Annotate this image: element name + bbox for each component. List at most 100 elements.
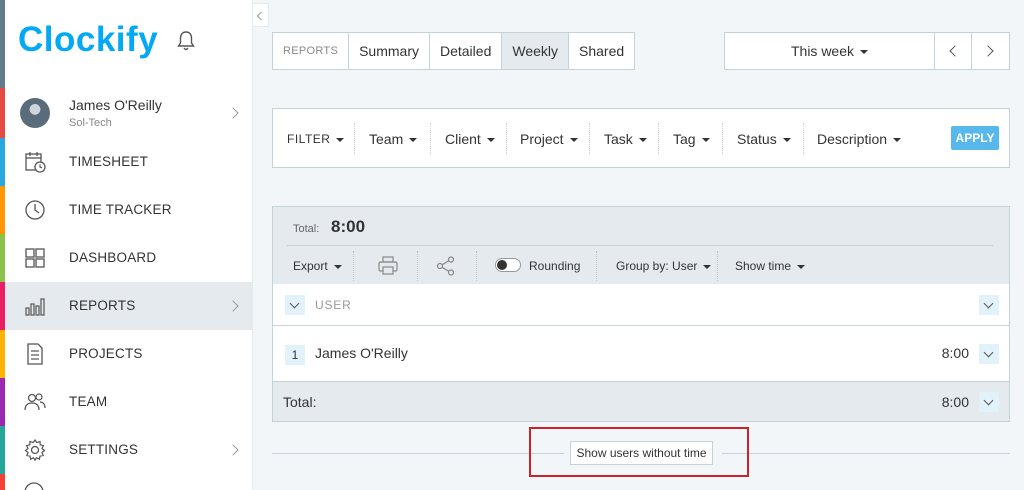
share-icon[interactable] xyxy=(435,255,457,277)
logo-text: Clockify xyxy=(18,20,159,59)
date-range-dropdown[interactable]: This week xyxy=(725,33,935,69)
previous-week-button[interactable] xyxy=(935,33,972,69)
document-icon xyxy=(27,343,43,365)
footer-expand-button[interactable] xyxy=(979,392,999,412)
caret-down-icon xyxy=(409,138,418,143)
help-icon[interactable] xyxy=(22,480,46,490)
filter-task[interactable]: Task xyxy=(590,121,661,157)
group-by-label: Group by: User xyxy=(616,259,698,273)
filter-project[interactable]: Project xyxy=(506,121,592,157)
sidebar-item-label: DASHBOARD xyxy=(69,250,157,265)
collapse-sidebar-button[interactable] xyxy=(253,3,269,27)
sidebar-item-label: TIME TRACKER xyxy=(69,202,172,217)
sidebar-item-projects[interactable]: PROJECTS xyxy=(5,330,253,378)
sidebar-stripe xyxy=(0,474,5,490)
report-tabs: REPORTS Summary Detailed Weekly Shared xyxy=(272,32,636,70)
chevron-right-icon xyxy=(227,300,239,312)
caret-down-icon xyxy=(486,138,495,143)
tab-weekly[interactable]: Weekly xyxy=(502,33,570,69)
chevron-right-icon xyxy=(227,444,239,456)
users-icon xyxy=(24,393,46,411)
row-user-name: James O'Reilly xyxy=(315,345,408,361)
chevron-right-icon xyxy=(982,45,994,57)
sidebar-item-timesheet[interactable]: TIMESHEET xyxy=(5,138,253,186)
caret-down-icon xyxy=(333,264,342,269)
tabs-label: REPORTS xyxy=(273,33,350,69)
report-panel: Total: 8:00 Export Rounding Group by: Us… xyxy=(272,206,1010,422)
filter-label: Team xyxy=(369,131,404,147)
show-time-dropdown[interactable]: Show time xyxy=(735,251,806,281)
divider xyxy=(722,453,1010,454)
filter-bar: FILTER Team Client Project Task Tag Stat… xyxy=(272,108,1010,168)
sidebar-item-time-tracker[interactable]: TIME TRACKER xyxy=(5,186,253,234)
row-expand-button[interactable] xyxy=(979,344,999,364)
toggle-knob xyxy=(497,260,507,270)
total-label: Total: xyxy=(293,223,320,235)
caret-down-icon xyxy=(638,138,647,143)
footer-total-time: 8:00 xyxy=(941,394,969,410)
tab-detailed[interactable]: Detailed xyxy=(430,33,503,69)
next-week-button[interactable] xyxy=(972,33,1009,69)
tab-summary[interactable]: Summary xyxy=(349,33,430,69)
filter-tag[interactable]: Tag xyxy=(659,121,724,157)
divider xyxy=(717,251,718,281)
filter-label: Tag xyxy=(673,131,696,147)
tab-shared[interactable]: Shared xyxy=(569,33,634,69)
user-name: James O'Reilly xyxy=(69,97,162,113)
caret-down-icon xyxy=(703,264,712,269)
chevron-down-icon xyxy=(289,298,300,309)
group-by-dropdown[interactable]: Group by: User xyxy=(616,251,712,281)
filter-status[interactable]: Status xyxy=(723,121,805,157)
filter-description[interactable]: Description xyxy=(803,121,915,157)
filter-label: Task xyxy=(604,131,633,147)
table-header: USER xyxy=(273,284,1009,326)
divider xyxy=(596,251,597,281)
report-summary: Total: 8:00 Export Rounding Group by: Us… xyxy=(273,207,1009,284)
sidebar-item-label: SETTINGS xyxy=(69,442,139,457)
sidebar-item-label: PROJECTS xyxy=(69,346,143,361)
grid-icon xyxy=(25,248,45,268)
filter-team[interactable]: Team xyxy=(355,121,431,157)
sidebar-item-settings[interactable]: SETTINGS xyxy=(5,426,253,474)
divider xyxy=(353,251,354,281)
chevron-left-icon xyxy=(949,45,961,57)
user-profile[interactable]: James O'Reilly Sol-Tech xyxy=(5,88,253,138)
date-range-picker: This week xyxy=(724,32,1010,70)
caret-down-icon xyxy=(893,138,902,143)
sidebar-item-team[interactable]: TEAM xyxy=(5,378,253,426)
bell-icon[interactable] xyxy=(176,30,196,52)
row-time: 8:00 xyxy=(941,345,969,361)
sidebar-item-label: REPORTS xyxy=(69,298,136,313)
filter-label: Client xyxy=(445,131,481,147)
caret-down-icon xyxy=(701,138,710,143)
sidebar-item-label: TEAM xyxy=(69,394,108,409)
rounding-label: Rounding xyxy=(529,259,581,273)
export-label: Export xyxy=(293,259,328,273)
show-users-without-time-button[interactable]: Show users without time xyxy=(570,441,713,465)
sidebar-item-dashboard[interactable]: DASHBOARD xyxy=(5,234,253,282)
clock-icon xyxy=(25,200,45,220)
table-row[interactable]: 1 James O'Reilly 8:00 xyxy=(273,326,1009,382)
rounding-toggle[interactable] xyxy=(495,258,521,272)
filter-label: Project xyxy=(520,131,564,147)
header-expand-button[interactable] xyxy=(979,295,999,315)
workspace-name: Sol-Tech xyxy=(69,117,112,129)
table-footer: Total: 8:00 xyxy=(273,382,1009,421)
expand-all-button[interactable] xyxy=(285,295,305,315)
filter-client[interactable]: Client xyxy=(431,121,509,157)
filter-label: FILTER xyxy=(287,132,331,146)
column-header-user: USER xyxy=(315,298,352,312)
print-icon[interactable] xyxy=(377,255,399,277)
caret-down-icon xyxy=(782,138,791,143)
caret-down-icon xyxy=(569,138,578,143)
export-dropdown[interactable]: Export xyxy=(293,251,342,281)
chevron-right-icon xyxy=(227,107,239,119)
filter-dropdown[interactable]: FILTER xyxy=(273,121,358,157)
logo[interactable]: Clockify xyxy=(18,20,158,60)
apply-button[interactable]: APPLY xyxy=(951,126,999,150)
filter-label: Description xyxy=(817,131,888,147)
sidebar-item-label: TIMESHEET xyxy=(69,154,149,169)
sidebar-item-reports[interactable]: REPORTS xyxy=(5,282,253,330)
footer-total-label: Total: xyxy=(283,394,317,410)
sidebar: Clockify James O'Reilly Sol-Tech TIMESHE… xyxy=(0,0,253,490)
